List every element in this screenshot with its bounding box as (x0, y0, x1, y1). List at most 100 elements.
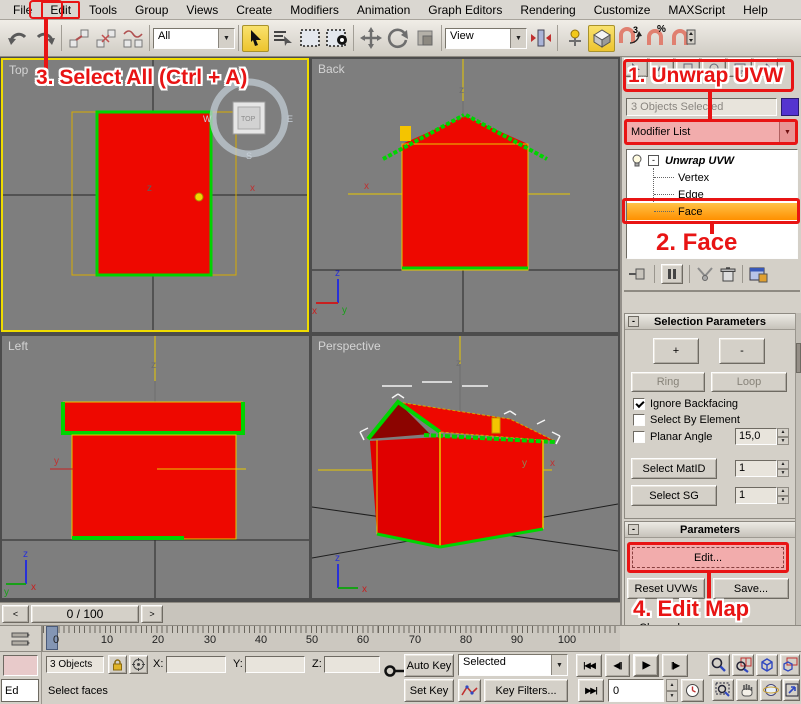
x-coord-field[interactable] (166, 656, 226, 673)
viewport-left[interactable]: Left y z (2, 336, 309, 598)
play-button[interactable]: ▶ (633, 654, 659, 677)
menu-graph-editors[interactable]: Graph Editors (419, 1, 511, 19)
default-in-out-tangents-button[interactable] (458, 679, 481, 702)
show-end-result-icon[interactable] (661, 264, 683, 284)
current-frame-field[interactable]: 0 (608, 679, 664, 702)
pan-button[interactable] (736, 679, 758, 701)
menu-create[interactable]: Create (227, 1, 281, 19)
sg-spinner[interactable]: 1 ▲▼ (735, 487, 789, 504)
window-crossing-icon[interactable] (323, 25, 350, 52)
selection-parameters-title-bar[interactable]: - Selection Parameters (625, 314, 795, 330)
select-by-name-icon[interactable] (269, 25, 296, 52)
chevron-down-icon[interactable]: ▼ (779, 122, 795, 142)
select-object-button[interactable] (242, 25, 269, 52)
spin-up-icon[interactable]: ▲ (777, 460, 789, 469)
ignore-backfacing-checkbox[interactable]: Ignore Backfacing (633, 398, 738, 410)
select-rotate-icon[interactable] (384, 25, 411, 52)
unlink-icon[interactable] (92, 25, 119, 52)
ring-button[interactable]: Ring (631, 372, 705, 392)
spinner-buttons[interactable]: ▲▼ (777, 487, 789, 504)
spin-up-icon[interactable]: ▲ (666, 679, 678, 691)
spin-up-icon[interactable]: ▲ (777, 487, 789, 496)
select-sg-button[interactable]: Select SG (631, 485, 717, 506)
auto-key-button[interactable]: Auto Key (404, 654, 454, 677)
select-matid-button[interactable]: Select MatID (631, 458, 717, 479)
previous-frame-button[interactable]: ◀|| (605, 654, 630, 677)
macro-recorder-line[interactable] (3, 655, 38, 676)
time-slider-next-button[interactable]: > (141, 605, 163, 623)
spin-up-icon[interactable]: ▲ (777, 428, 789, 437)
stack-collapse-box[interactable]: - (648, 155, 659, 166)
stack-item-face-selected[interactable]: Face (627, 203, 797, 220)
modifier-list-dropdown[interactable]: Modifier List ▼ (624, 119, 798, 145)
viewport-top[interactable]: Top z x TOP W E S (1, 58, 309, 332)
menu-maxscript[interactable]: MAXScript (659, 1, 734, 19)
matid-spinner[interactable]: 1 ▲▼ (735, 460, 789, 477)
loop-button[interactable]: Loop (711, 372, 787, 392)
menu-edit[interactable]: Edit (41, 1, 80, 19)
zoom-button[interactable] (708, 654, 730, 676)
edit-uvw-button[interactable]: Edit... (627, 542, 789, 573)
bulb-icon[interactable] (630, 154, 644, 168)
parameters-title-bar[interactable]: - Parameters (625, 522, 795, 538)
spinner-snap-icon[interactable] (669, 25, 696, 52)
stack-item-unwrap-uvw[interactable]: - Unwrap UVW (627, 152, 797, 169)
planar-angle-value[interactable]: 15,0 (735, 428, 777, 445)
menu-modifiers[interactable]: Modifiers (281, 1, 348, 19)
chevron-down-icon[interactable]: ▼ (510, 29, 526, 48)
percent-snap-icon[interactable]: % (642, 25, 669, 52)
key-filter-mode-combo[interactable]: Selected ▼ (458, 654, 568, 676)
collapse-icon[interactable]: - (628, 316, 639, 327)
select-manipulate-icon[interactable] (561, 25, 588, 52)
checkbox-icon[interactable] (633, 431, 645, 443)
zoom-extents-button[interactable] (756, 654, 778, 676)
sg-value[interactable]: 1 (735, 487, 777, 504)
angle-snap-icon[interactable]: 3 (615, 25, 642, 52)
pin-stack-icon[interactable] (628, 266, 648, 282)
menu-views[interactable]: Views (177, 1, 227, 19)
time-configuration-button[interactable] (681, 679, 704, 702)
menu-animation[interactable]: Animation (348, 1, 419, 19)
go-to-start-button[interactable]: |◀◀ (576, 654, 602, 677)
time-slider-thumb[interactable]: 0 / 100 (31, 605, 139, 623)
time-slider-track[interactable]: < 0 / 100 > (0, 602, 620, 625)
zoom-all-button[interactable] (732, 654, 754, 676)
select-scale-icon[interactable] (411, 25, 438, 52)
frame-spinner[interactable]: ▲▼ (666, 679, 678, 702)
menu-customize[interactable]: Customize (585, 1, 660, 19)
time-slider-prev-button[interactable]: < (2, 605, 29, 623)
selection-lock-toggle[interactable] (108, 655, 127, 674)
menu-rendering[interactable]: Rendering (511, 1, 584, 19)
house-back-view[interactable] (383, 115, 547, 270)
spin-down-icon[interactable]: ▼ (777, 469, 789, 478)
grow-selection-button[interactable]: + (653, 338, 699, 364)
region-zoom-button[interactable] (712, 679, 734, 701)
go-to-end-button[interactable]: ▶▶| (578, 679, 604, 702)
collapse-icon[interactable]: - (628, 524, 639, 535)
menu-file[interactable]: File (4, 1, 41, 19)
select-link-icon[interactable] (65, 25, 92, 52)
shrink-selection-button[interactable]: - (719, 338, 765, 364)
spin-down-icon[interactable]: ▼ (777, 437, 789, 446)
bind-spacewarp-icon[interactable] (119, 25, 146, 52)
chevron-down-icon[interactable]: ▼ (218, 29, 234, 48)
snaps-toggle-3d-icon[interactable] (588, 25, 615, 52)
undo-icon[interactable] (4, 25, 31, 52)
planar-angle-checkbox[interactable]: Planar Angle (633, 431, 712, 443)
key-filters-button[interactable]: Key Filters... (484, 679, 568, 702)
panel-scrollbar[interactable] (795, 313, 801, 650)
rectangular-selection-region-icon[interactable] (296, 25, 323, 52)
viewport-perspective[interactable]: Perspective (312, 336, 618, 598)
configure-modifier-sets-icon[interactable] (749, 266, 768, 283)
mini-curve-editor-button[interactable] (0, 626, 42, 651)
zoom-extents-all-button[interactable] (780, 654, 800, 676)
top-view-selected-roof-faces[interactable] (97, 112, 211, 275)
viewport-back[interactable]: Back x z (312, 59, 618, 332)
object-name-field[interactable]: 3 Objects Selected (626, 98, 777, 116)
spin-down-icon[interactable]: ▼ (666, 691, 678, 703)
select-move-icon[interactable] (357, 25, 384, 52)
checkbox-icon[interactable] (633, 414, 645, 426)
spinner-buttons[interactable]: ▲▼ (777, 460, 789, 477)
spinner-buttons[interactable]: ▲▼ (777, 428, 789, 445)
track-bar[interactable]: 0 10 20 30 40 50 60 70 80 90 100 (42, 626, 620, 651)
